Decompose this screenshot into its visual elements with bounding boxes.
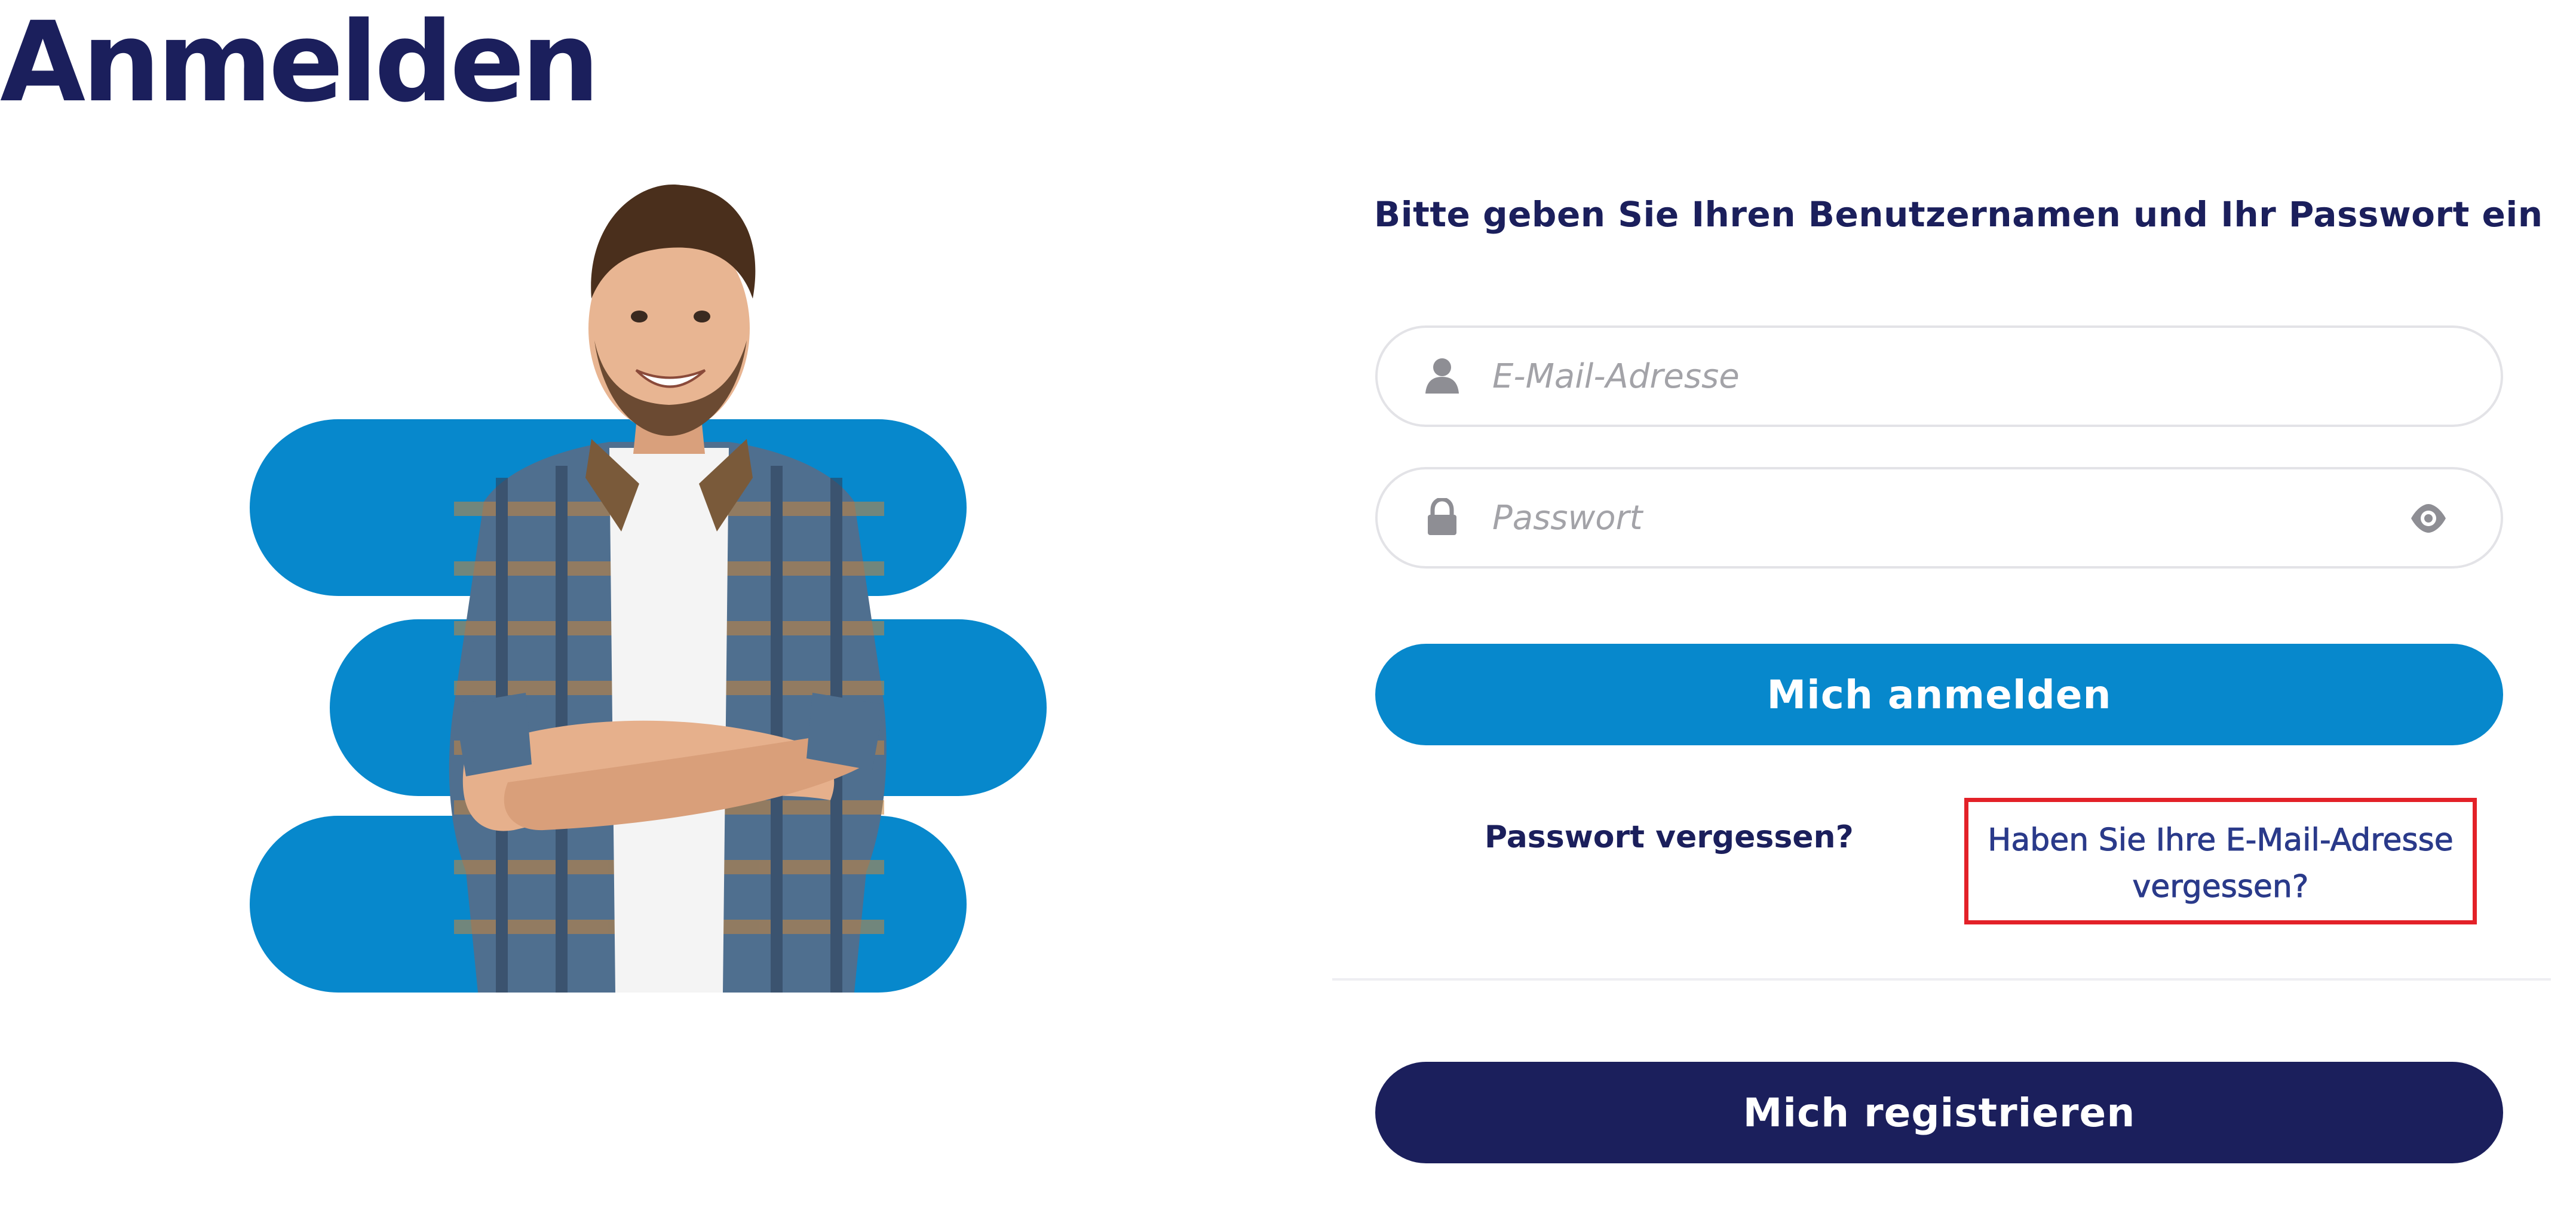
login-form: Bitte geben Sie Ihren Benutzernamen und … — [1332, 0, 2576, 1232]
register-button[interactable]: Mich registrieren — [1375, 1062, 2503, 1163]
form-instruction: Bitte geben Sie Ihren Benutzernamen und … — [1374, 194, 2543, 235]
divider — [1332, 978, 2551, 981]
password-field[interactable] — [1375, 467, 2503, 569]
eye-icon[interactable] — [2410, 502, 2447, 535]
login-page: Anmelden Bitte geben Sie Ihren Benutzern… — [0, 0, 2576, 1232]
user-icon — [1425, 358, 1459, 394]
login-button[interactable]: Mich anmelden — [1375, 644, 2503, 745]
email-input[interactable] — [1491, 346, 2390, 407]
password-input[interactable] — [1491, 487, 2390, 548]
page-title: Anmelden — [0, 0, 600, 127]
person-illustration — [449, 185, 887, 993]
lock-icon — [1428, 498, 1456, 535]
forgot-password-link[interactable]: Passwort vergessen? — [1485, 814, 1854, 861]
hero-illustration — [239, 167, 1063, 1003]
forgot-email-link[interactable]: Haben Sie Ihre E-Mail-Adresse vergessen? — [1964, 798, 2477, 924]
email-field[interactable] — [1375, 325, 2503, 427]
